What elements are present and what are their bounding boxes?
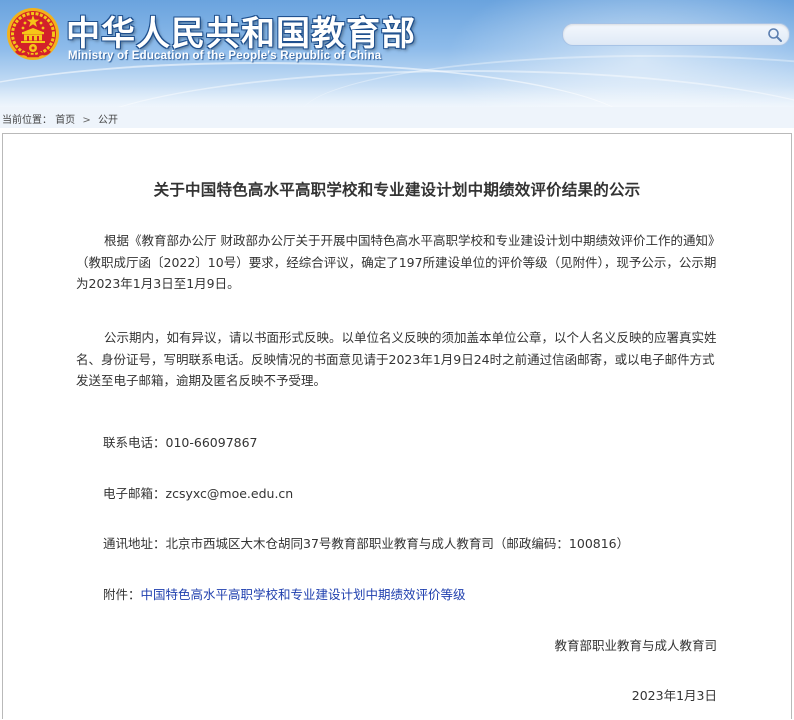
search-icon[interactable] xyxy=(767,27,783,43)
header-banner: 中华人民共和国教育部 Ministry of Education of the … xyxy=(0,0,794,107)
signature-organization: 教育部职业教育与成人教育司 xyxy=(554,638,717,653)
site-title[interactable]: 中华人民共和国教育部 xyxy=(66,6,416,55)
article-paragraph: 公示期内，如有异议，请以书面形式反映。以单位名义反映的须加盖本单位公章，以个人名… xyxy=(76,327,724,392)
phone-label: 联系电话： xyxy=(103,435,166,450)
phone-value: 010-66097867 xyxy=(165,435,258,450)
email-label: 电子邮箱： xyxy=(103,486,166,501)
attachment: 附件：中国特色高水平高职学校和专业建设计划中期绩效评价等级 xyxy=(103,584,466,603)
signature-date: 2023年1月3日 xyxy=(631,688,717,703)
contact-email: 电子邮箱：zcsyxc@moe.edu.cn xyxy=(103,483,293,502)
article-title: 关于中国特色高水平高职学校和专业建设计划中期绩效评价结果的公示 xyxy=(153,181,641,199)
email-value: zcsyxc@moe.edu.cn xyxy=(165,486,294,501)
banner-stripe xyxy=(0,86,794,107)
article-paragraph: 根据《教育部办公厅 财政部办公厅关于开展中国特色高水平高职学校和专业建设计划中期… xyxy=(76,230,724,295)
address-value: 北京市西城区大木仓胡同37号教育部职业教育与成人教育司（邮政编码：100816） xyxy=(165,536,630,551)
breadcrumb-home-link[interactable]: 首页 xyxy=(55,115,75,126)
search-input[interactable] xyxy=(573,26,765,44)
breadcrumb-separator: > xyxy=(82,115,91,126)
breadcrumb-prefix: 当前位置： xyxy=(2,115,52,126)
breadcrumb: 当前位置： 首页 > 公开 xyxy=(0,107,794,128)
contact-phone: 联系电话：010-66097867 xyxy=(103,432,258,451)
address-label: 通讯地址： xyxy=(103,536,166,551)
contact-address: 通讯地址：北京市西城区大木仓胡同37号教育部职业教育与成人教育司（邮政编码：10… xyxy=(103,533,629,552)
national-emblem-icon[interactable] xyxy=(6,7,60,61)
paragraph-text: 公示期内，如有异议，请以书面形式反映。以单位名义反映的须加盖本单位公章，以个人名… xyxy=(76,330,717,388)
site-subtitle: Ministry of Education of the People's Re… xyxy=(68,50,382,62)
search-box xyxy=(562,23,790,46)
attachment-label: 附件： xyxy=(103,587,141,602)
article-panel: 关于中国特色高水平高职学校和专业建设计划中期绩效评价结果的公示 根据《教育部办公… xyxy=(2,133,792,719)
paragraph-text: 根据《教育部办公厅 财政部办公厅关于开展中国特色高水平高职学校和专业建设计划中期… xyxy=(76,233,721,291)
attachment-link[interactable]: 中国特色高水平高职学校和专业建设计划中期绩效评价等级 xyxy=(141,587,466,602)
breadcrumb-public-link[interactable]: 公开 xyxy=(98,115,118,126)
